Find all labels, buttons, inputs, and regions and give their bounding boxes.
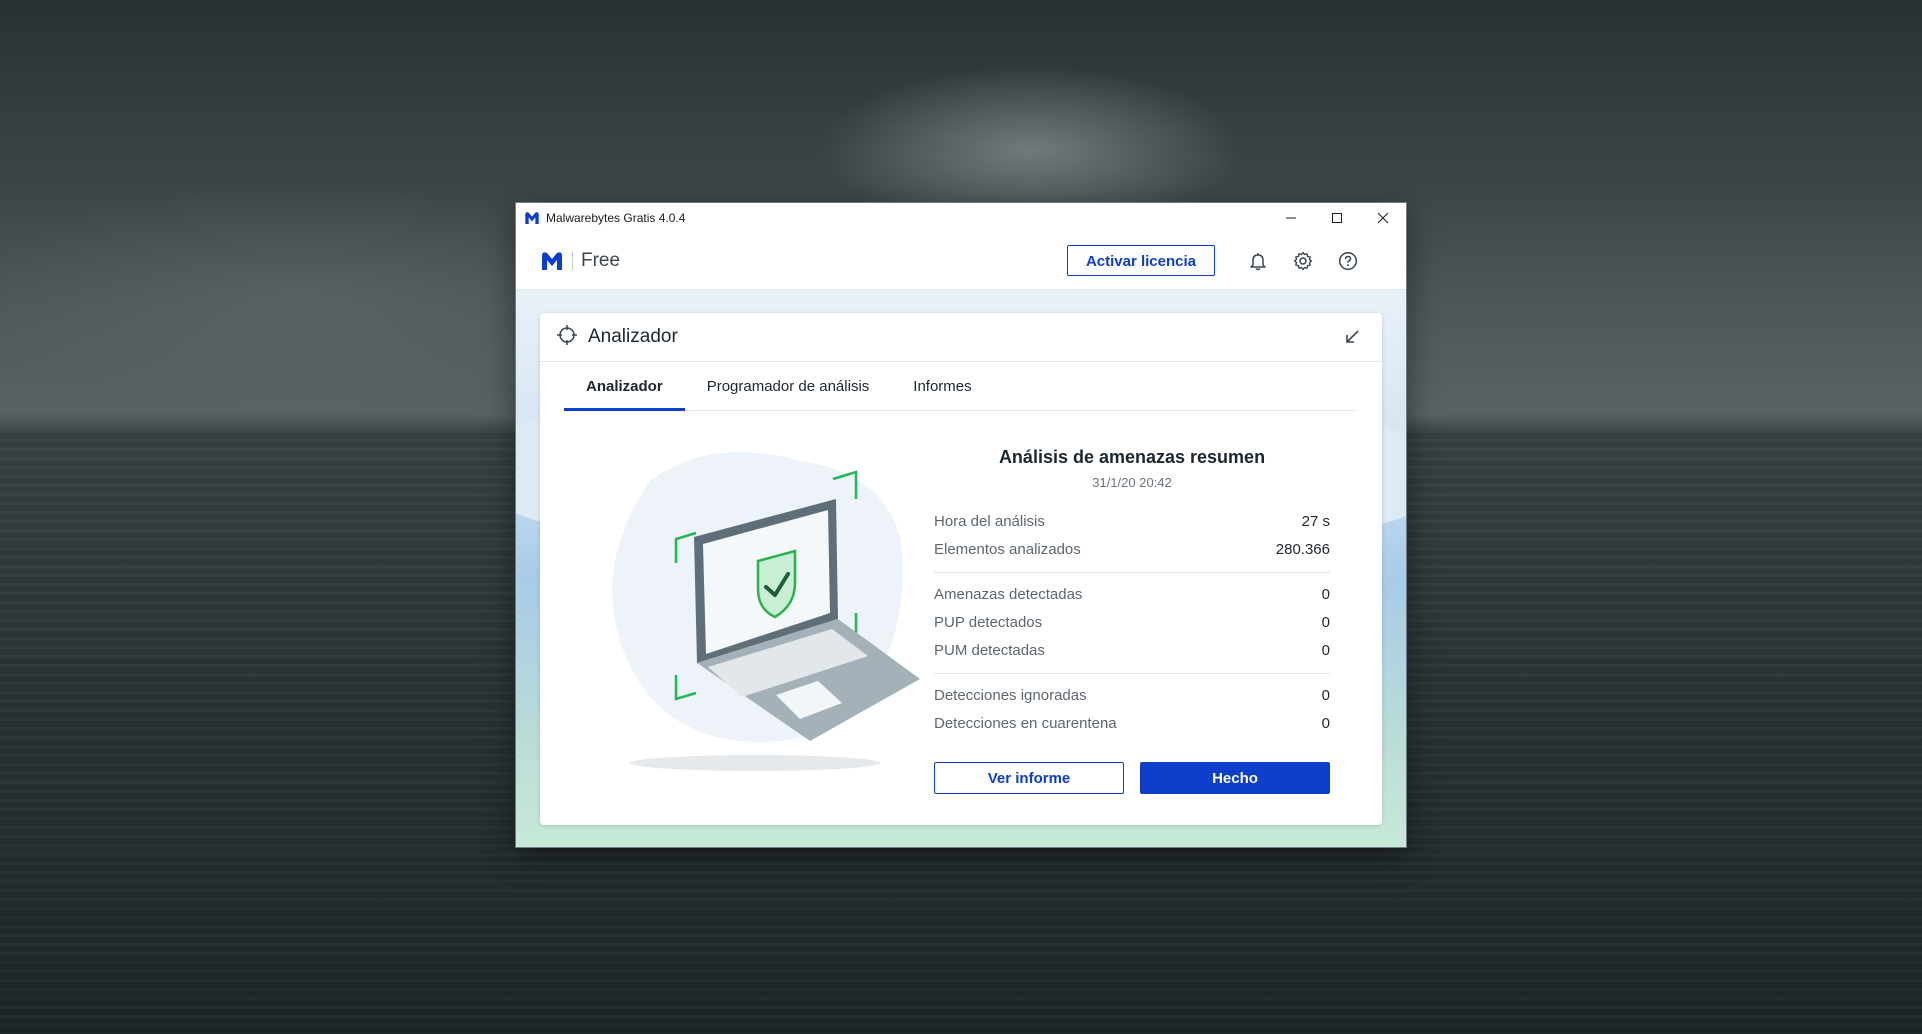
scanner-panel: Analizador Analizador Programador de aná… — [540, 313, 1382, 825]
edition-label: Free — [581, 250, 621, 271]
divider — [934, 673, 1330, 674]
divider — [934, 572, 1330, 573]
collapse-arrow-icon[interactable] — [1342, 327, 1362, 352]
summary-title: Análisis de amenazas resumen — [998, 447, 1266, 467]
crosshair-icon — [556, 324, 578, 351]
tab-analizador[interactable]: Analizador — [564, 362, 685, 411]
summary-row: Detecciones en cuarentena 0 — [934, 715, 1330, 732]
laptop-shield-illustration — [580, 441, 920, 791]
brand-separator — [572, 252, 573, 270]
app-header: Free Activar licencia — [516, 233, 1406, 290]
minimize-button[interactable] — [1268, 203, 1314, 233]
activate-license-button[interactable]: Activar licencia — [1066, 245, 1215, 276]
help-icon[interactable] — [1325, 246, 1370, 276]
tab-informes[interactable]: Informes — [891, 362, 993, 410]
scan-summary: Análisis de amenazas resumen 31/1/20 20:… — [934, 441, 1330, 794]
title-bar[interactable]: Malwarebytes Gratis 4.0.4 — [516, 203, 1406, 233]
maximize-button[interactable] — [1314, 203, 1360, 233]
summary-row: Amenazas detectadas 0 — [934, 586, 1330, 603]
malwarebytes-m-icon — [540, 250, 564, 272]
close-button[interactable] — [1360, 203, 1406, 233]
summary-date: 31/1/20 20:42 — [1092, 475, 1172, 490]
panel-header: Analizador — [540, 313, 1382, 362]
done-button[interactable]: Hecho — [1140, 762, 1330, 794]
brand: Free — [540, 250, 620, 272]
view-report-button[interactable]: Ver informe — [934, 762, 1124, 794]
tab-programador[interactable]: Programador de análisis — [685, 362, 892, 410]
summary-row: Hora del análisis 27 s — [934, 513, 1330, 530]
malwarebytes-logo-icon — [524, 210, 540, 226]
window-controls — [1268, 203, 1406, 233]
bell-icon[interactable] — [1235, 246, 1280, 276]
summary-row: Detecciones ignoradas 0 — [934, 687, 1330, 704]
window-title: Malwarebytes Gratis 4.0.4 — [546, 211, 686, 225]
panel-title: Analizador — [588, 326, 678, 347]
summary-row: PUM detectadas 0 — [934, 642, 1330, 659]
tab-bar: Analizador Programador de análisis Infor… — [564, 362, 1358, 411]
summary-row: PUP detectados 0 — [934, 614, 1330, 631]
gear-icon[interactable] — [1280, 246, 1325, 276]
app-window: Malwarebytes Gratis 4.0.4 Free Activar l… — [516, 203, 1406, 847]
summary-row: Elementos analizados 280.366 — [934, 541, 1330, 558]
